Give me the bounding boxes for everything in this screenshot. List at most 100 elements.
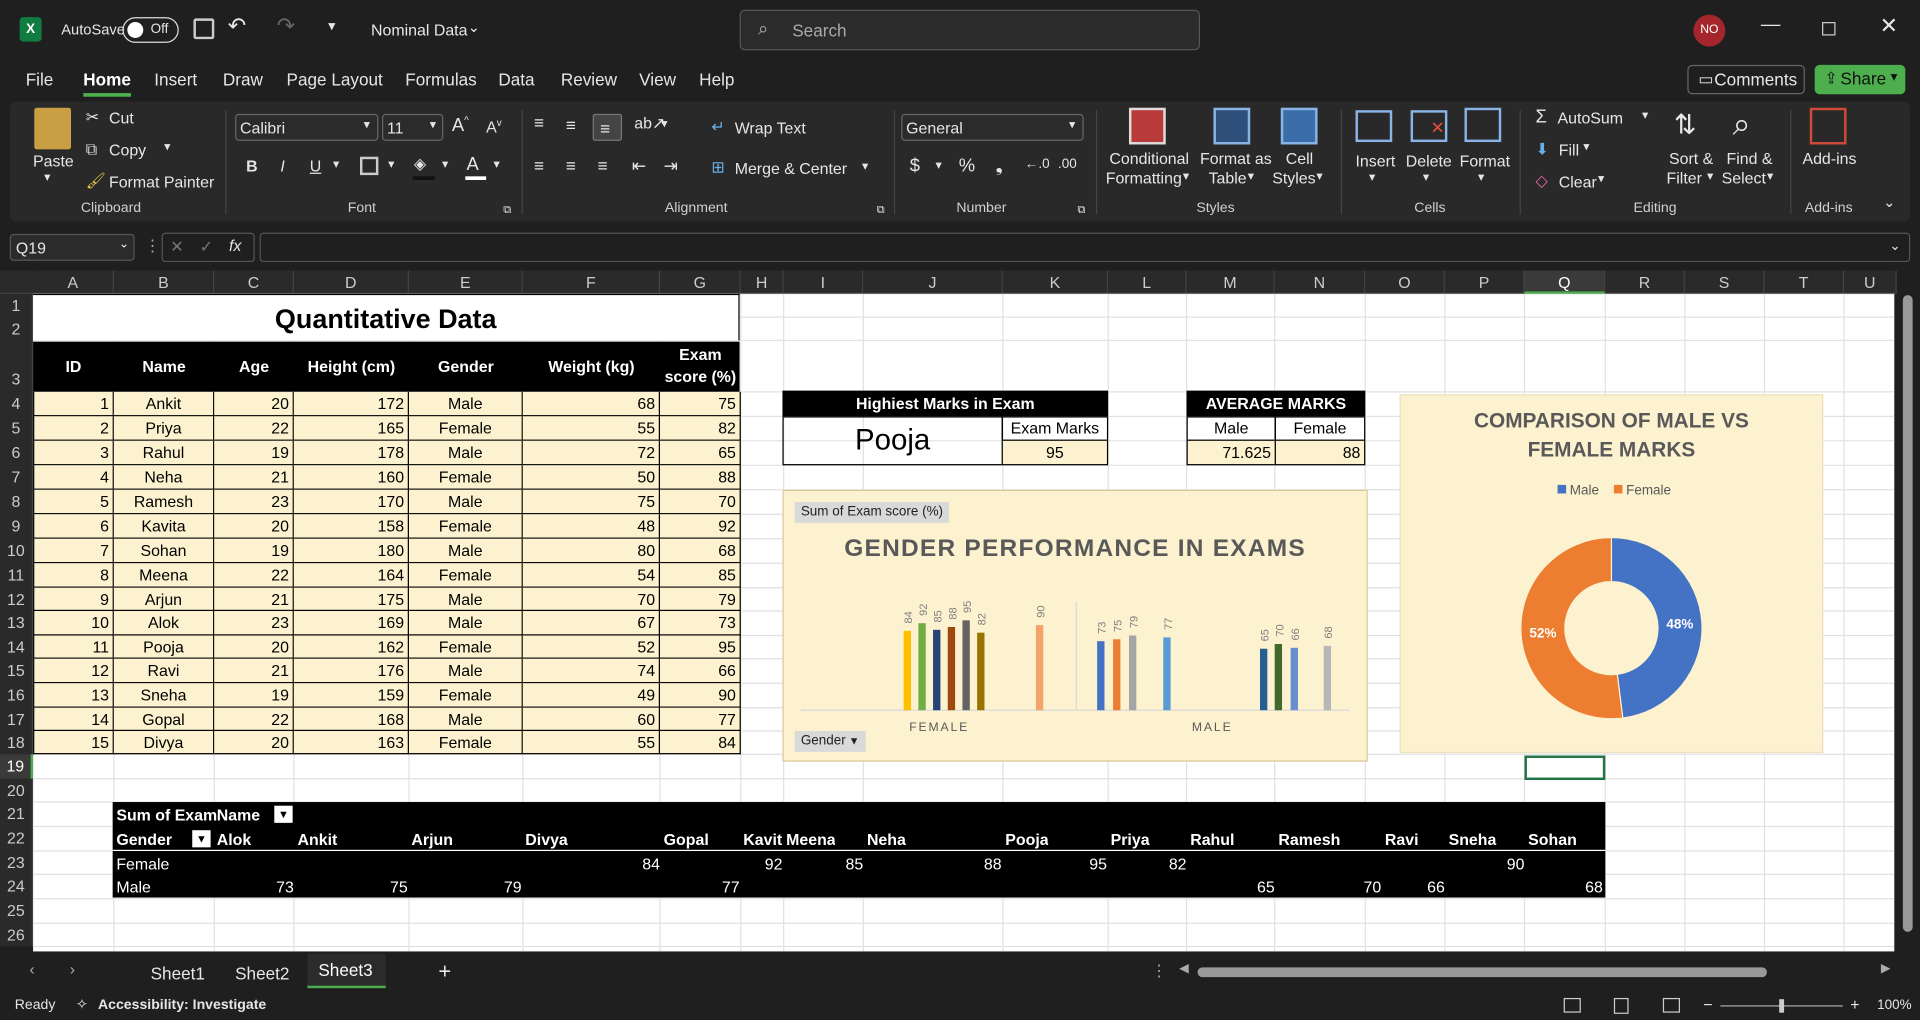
column-header-g[interactable]: G (660, 270, 741, 294)
table-cell[interactable]: 175 (293, 587, 409, 612)
row-header-10[interactable]: 10 (0, 538, 34, 564)
tab-data[interactable]: Data (498, 70, 534, 90)
save-icon[interactable] (193, 18, 215, 40)
cell-styles-button[interactable]: Cell (1286, 149, 1313, 167)
column-header-l[interactable]: L (1108, 270, 1187, 294)
column-header-s[interactable]: S (1684, 270, 1765, 294)
table-cell[interactable]: Alok (113, 611, 215, 636)
table-cell[interactable]: 164 (293, 563, 409, 588)
chevron-down-icon[interactable]: ⌄ (468, 18, 480, 35)
row-header-7[interactable]: 7 (0, 465, 34, 490)
column-header-t[interactable]: T (1764, 270, 1845, 294)
format-as-table-button[interactable]: Format as (1200, 149, 1272, 167)
table-cell[interactable]: 74 (522, 658, 661, 684)
paste-icon[interactable] (34, 107, 72, 150)
table-cell[interactable]: 163 (293, 731, 409, 755)
chevron-down-icon[interactable]: ▾ (1598, 173, 1604, 186)
table-cell[interactable]: 159 (293, 683, 409, 708)
row-header-16[interactable]: 16 (0, 683, 34, 708)
table-cell[interactable]: Male (408, 611, 523, 636)
scroll-right-icon[interactable]: ▶ (1881, 962, 1890, 975)
table-cell[interactable]: 4 (33, 465, 114, 490)
font-dialog-launcher-icon[interactable]: ⧉ (503, 203, 511, 216)
bar-chart[interactable]: Sum of Exam score (%) GENDER PERFORMANCE… (782, 489, 1368, 762)
table-cell[interactable]: 72 (522, 440, 661, 466)
chevron-down-icon[interactable]: ▾ (1707, 170, 1713, 183)
table-cell[interactable]: 5 (33, 489, 114, 515)
table-cell[interactable]: 22 (214, 563, 294, 588)
table-cell[interactable]: 60 (522, 707, 661, 732)
copy-button[interactable]: Copy (109, 141, 146, 159)
close-icon[interactable]: ✕ (1880, 13, 1898, 39)
table-cell[interactable]: 21 (214, 587, 294, 612)
align-top-icon[interactable]: ≡ (534, 113, 544, 133)
table-cell[interactable]: 6 (33, 514, 114, 539)
table-cell[interactable]: 70 (522, 587, 661, 612)
zoom-out-icon[interactable]: − (1703, 996, 1712, 1014)
comma-style-icon[interactable]: ❟ (996, 156, 1003, 177)
table-cell[interactable]: 22 (214, 707, 294, 732)
increase-decimal-icon[interactable]: ←.0 (1025, 157, 1050, 172)
delete-cells-icon[interactable]: ✕ (1410, 110, 1448, 143)
tab-page-layout[interactable]: Page Layout (287, 70, 383, 90)
accessibility-icon[interactable]: ✧ (76, 996, 88, 1013)
decrease-font-icon[interactable]: Av (486, 118, 502, 137)
column-header-m[interactable]: M (1186, 270, 1275, 294)
table-cell[interactable]: 55 (522, 416, 661, 441)
row-header-15[interactable]: 15 (0, 658, 34, 684)
tab-review[interactable]: Review (561, 70, 617, 90)
delete-cells-button[interactable]: Delete (1406, 152, 1452, 170)
table-cell[interactable]: Male (408, 489, 523, 515)
find-select-icon[interactable]: ⌕ (1733, 105, 1751, 144)
column-header-p[interactable]: P (1444, 270, 1525, 294)
chevron-down-icon[interactable]: ▾ (442, 158, 448, 171)
column-header-o[interactable]: O (1365, 270, 1445, 294)
table-cell[interactable]: 180 (293, 538, 409, 564)
table-cell[interactable]: Sneha (113, 683, 215, 708)
table-cell[interactable]: 88 (660, 465, 741, 490)
table-cell[interactable]: 52 (522, 635, 661, 659)
selected-cell[interactable] (1524, 755, 1606, 781)
increase-indent-icon[interactable]: ⇥ (664, 156, 678, 177)
horizontal-scroll-thumb[interactable] (1197, 967, 1767, 978)
sheet-tab-2[interactable]: Sheet2 (235, 964, 289, 984)
chevron-down-icon[interactable]: ▾ (661, 118, 667, 131)
cell-styles-icon[interactable] (1280, 107, 1318, 145)
borders-icon[interactable] (360, 156, 379, 176)
autosave-toggle[interactable]: Off (122, 17, 179, 43)
copy-icon[interactable]: ⧉ (86, 140, 97, 160)
number-dialog-launcher-icon[interactable]: ⧉ (1078, 203, 1086, 216)
table-cell[interactable]: Male (408, 391, 523, 417)
table-cell[interactable]: 172 (293, 391, 409, 417)
chevron-down-icon[interactable]: ▾ (44, 171, 50, 184)
chevron-down-icon[interactable]: ▾ (1248, 170, 1254, 183)
avatar[interactable]: NO (1693, 14, 1726, 47)
align-right-icon[interactable]: ≡ (598, 156, 608, 176)
table-cell[interactable]: 160 (293, 465, 409, 490)
formula-input[interactable]: ⌄ (259, 232, 1911, 263)
table-cell[interactable]: 20 (214, 391, 294, 417)
table-cell[interactable]: 80 (522, 538, 661, 564)
document-name[interactable]: Nominal Data (371, 21, 467, 39)
chevron-down-icon[interactable]: ▾ (1767, 170, 1773, 183)
table-cell[interactable]: Female (408, 635, 523, 659)
table-cell[interactable]: 92 (660, 514, 741, 539)
zoom-slider-thumb[interactable] (1779, 999, 1785, 1013)
tab-home[interactable]: Home (83, 70, 131, 90)
table-cell[interactable]: 48 (522, 514, 661, 539)
table-cell[interactable]: 75 (522, 489, 661, 515)
table-cell[interactable]: 19 (214, 538, 294, 564)
insert-function-icon[interactable]: fx (229, 236, 241, 254)
table-cell[interactable]: 14 (33, 707, 114, 732)
row-header-17[interactable]: 17 (0, 707, 34, 732)
table-cell[interactable]: 75 (660, 391, 741, 417)
row-header-24[interactable]: 24 (0, 874, 34, 899)
decrease-indent-icon[interactable]: ⇤ (632, 156, 646, 177)
table-cell[interactable]: 176 (293, 658, 409, 684)
table-cell[interactable]: 13 (33, 683, 114, 708)
table-cell[interactable]: Priya (113, 416, 215, 441)
row-header-23[interactable]: 23 (0, 851, 34, 875)
table-cell[interactable]: 12 (33, 658, 114, 684)
table-cell[interactable]: Female (408, 731, 523, 755)
row-header-13[interactable]: 13 (0, 611, 34, 636)
